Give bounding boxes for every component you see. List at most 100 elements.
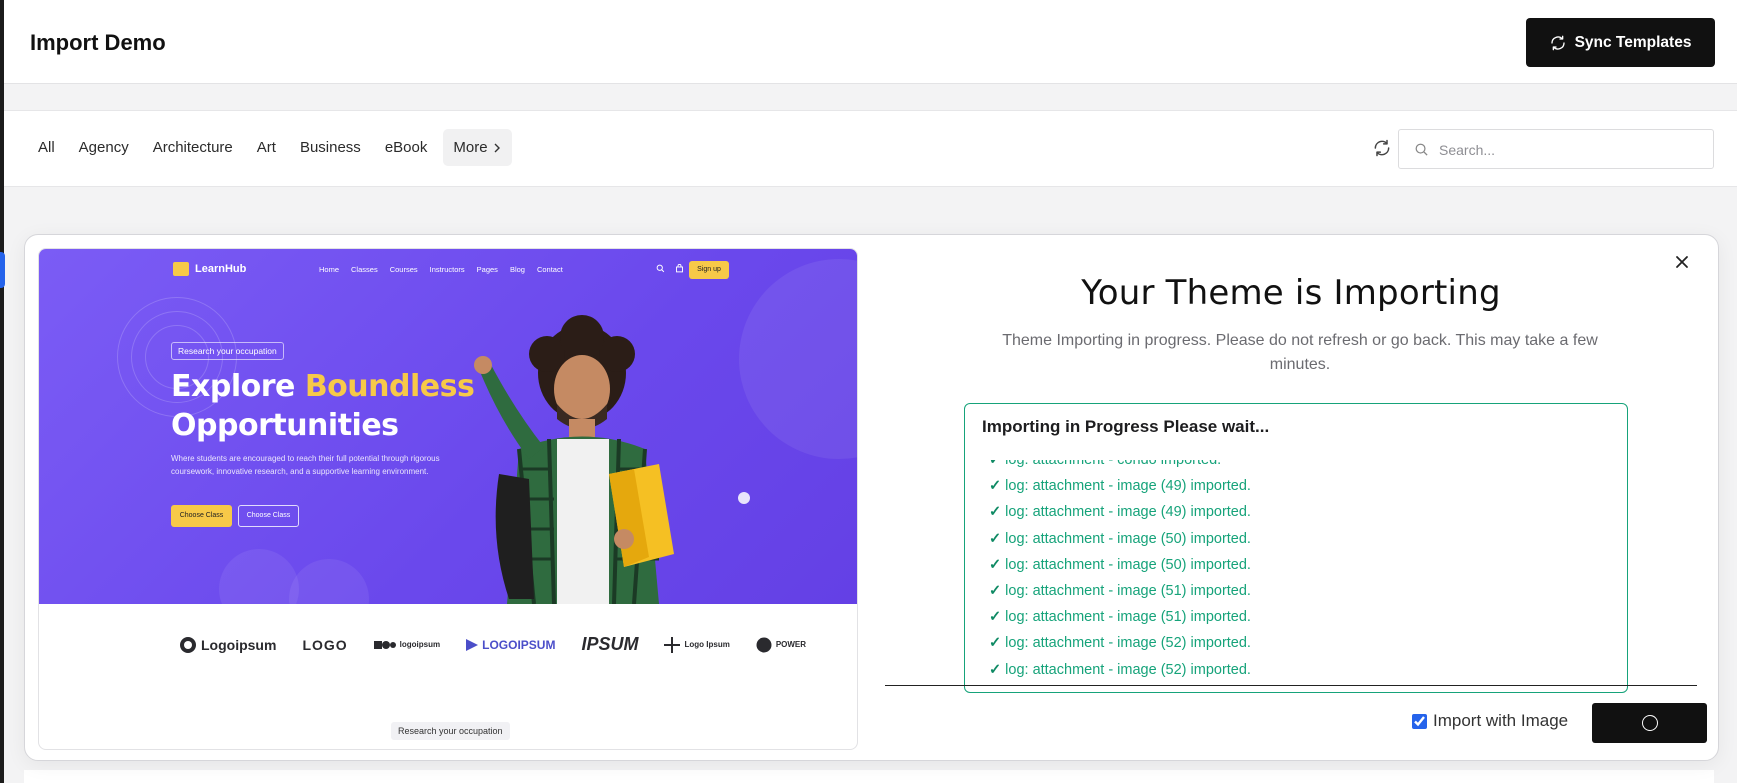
check-icon: ✓ [989, 635, 1002, 652]
log-title: Importing in Progress Please wait... [982, 417, 1270, 436]
headline-part: Explore [171, 369, 295, 404]
footer-tag: Research your occupation [391, 722, 510, 740]
filter-bar: All Agency Architecture Art Business eBo… [4, 110, 1737, 187]
partner-logo-text: POWER [775, 640, 807, 649]
logo-mark-icon [180, 636, 196, 653]
partner-logos: Logoipsum LOGO logoipsum LOGOIPSUM IPSUM… [179, 634, 806, 655]
tab-architecture[interactable]: Architecture [145, 129, 241, 166]
log-entry: ✓ log: attachment - image (50) imported. [989, 552, 1609, 578]
log-entry: ✓ log: attachment - image (49) imported. [989, 499, 1609, 525]
tab-more[interactable]: More [443, 129, 512, 166]
log-entry-text: log: attachment - image (50) imported. [1005, 556, 1251, 573]
tab-business[interactable]: Business [292, 129, 369, 166]
partner-logo: LOGO [302, 637, 347, 653]
tab-all[interactable]: All [30, 129, 63, 166]
import-modal: LearnHub Home Classes Courses Instructor… [24, 234, 1719, 761]
partner-logo: LOGOIPSUM [466, 638, 555, 652]
decor-blob [219, 549, 299, 604]
partner-logo: IPSUM [581, 634, 638, 655]
partner-logo-text: logoipsum [399, 640, 441, 649]
partner-logo: Logoipsum [179, 636, 276, 654]
import-submit-button[interactable] [1592, 703, 1707, 743]
log-list[interactable]: ✓ log: attachment - condo imported. ✓ log:… [989, 460, 1609, 692]
search-box [1398, 129, 1714, 169]
check-icon: ✓ [989, 609, 1002, 626]
site-nav-item: Blog [509, 265, 525, 274]
site-icons [656, 264, 684, 273]
site-nav-item: Instructors [429, 265, 465, 274]
site-pill: Research your occupation [171, 342, 284, 360]
log-entry: ✓ log: attachment - image (52) imported. [989, 657, 1609, 683]
check-icon: ✓ [989, 661, 1002, 678]
close-icon[interactable] [1670, 250, 1694, 274]
edge-indicator [0, 252, 5, 288]
logo-mark-icon [373, 640, 396, 649]
loading-spinner-icon [1641, 715, 1658, 731]
card-strip [24, 770, 1714, 783]
log-entry-text: log: attachment - image (52) imported. [1005, 635, 1251, 652]
partner-logo: logoipsum [373, 640, 441, 650]
logo-mark-icon [664, 636, 681, 653]
preview-hero: LearnHub Home Classes Courses Instructor… [39, 249, 857, 604]
partner-logo-text: Logo Ipsum [684, 640, 730, 649]
headline-part: Opportunities [171, 408, 399, 443]
category-tabs: All Agency Architecture Art Business eBo… [30, 129, 512, 166]
import-with-image-checkbox[interactable] [1412, 713, 1427, 729]
search-input[interactable] [1439, 139, 1699, 161]
check-icon: ✓ [989, 478, 1002, 495]
tab-art[interactable]: Art [249, 129, 284, 166]
log-entry-text: log: attachment - image (51) imported. [1005, 609, 1251, 626]
log-entry: ✓ log: attachment - image (50) imported. [989, 526, 1609, 552]
import-log-panel: Importing in Progress Please wait... ✓ lo… [964, 403, 1628, 693]
sync-icon [1550, 35, 1565, 50]
log-entry: ✓ log: attachment - condo imported. [989, 460, 1609, 473]
log-entry-text: log: attachment - image (50) imported. [1005, 530, 1251, 547]
log-entry: ✓ log: attachment - image (52) imported. [989, 630, 1609, 656]
page-title: Import Demo [30, 30, 166, 55]
sync-templates-button[interactable]: Sync Templates [1526, 18, 1715, 67]
search-icon [1415, 143, 1428, 156]
modal-title: Your Theme is Importing [1081, 273, 1501, 313]
site-headline: Explore Boundless Opportunities [171, 367, 475, 445]
decor-dot [738, 492, 750, 504]
chevron-right-icon [494, 143, 500, 152]
site-nav-item: Home [319, 265, 340, 274]
search-icon [656, 264, 665, 273]
check-icon: ✓ [989, 556, 1002, 573]
log-entry-text: log: attachment - condo imported. [1005, 460, 1222, 468]
log-entry-text: log: attachment - image (49) imported. [1005, 478, 1251, 495]
import-with-image-option[interactable]: Import with Image [1412, 711, 1568, 731]
log-entry: ✓ log: attachment - image (51) imported. [989, 604, 1609, 630]
site-subtext: Where students are encouraged to reach t… [171, 454, 440, 476]
student-illustration [474, 315, 674, 604]
top-header: Import Demo Sync Templates [4, 0, 1737, 84]
sync-templates-label: Sync Templates [1574, 33, 1692, 51]
cart-icon [676, 264, 683, 273]
theme-preview: LearnHub Home Classes Courses Instructor… [38, 248, 858, 750]
site-nav-item: Contact [536, 265, 563, 274]
modal-subtitle: Theme Importing in progress. Please do n… [1002, 332, 1598, 373]
site-secondary-button: Choose Class [238, 505, 299, 527]
tab-ebook[interactable]: eBook [377, 129, 436, 166]
site-primary-button: Choose Class [171, 505, 232, 527]
logo-mark-icon [756, 637, 772, 652]
tab-agency[interactable]: Agency [71, 129, 137, 166]
book-icon [173, 262, 189, 276]
check-icon: ✓ [989, 504, 1002, 521]
partner-logo: POWER [756, 637, 806, 653]
decor-blob [739, 259, 857, 459]
log-entry: ✓ log: attachment - image (51) imported. [989, 578, 1609, 604]
site-nav-item: Courses [389, 265, 418, 274]
site-nav-item: Classes [351, 265, 378, 274]
partner-logo-text: LOGO [302, 636, 348, 653]
tab-more-label: More [453, 139, 488, 156]
site-signup-button: Sign up [689, 261, 729, 279]
site-nav-item: Pages [476, 265, 498, 274]
partner-logo-text: Logoipsum [201, 636, 277, 653]
import-with-image-label: Import with Image [1433, 711, 1569, 730]
refresh-icon[interactable] [1372, 138, 1392, 158]
log-entry-text: log: attachment - image (52) imported. [1005, 661, 1251, 678]
footer-divider [885, 685, 1697, 686]
site-logo: LearnHub [173, 262, 246, 276]
check-icon: ✓ [989, 582, 1002, 599]
